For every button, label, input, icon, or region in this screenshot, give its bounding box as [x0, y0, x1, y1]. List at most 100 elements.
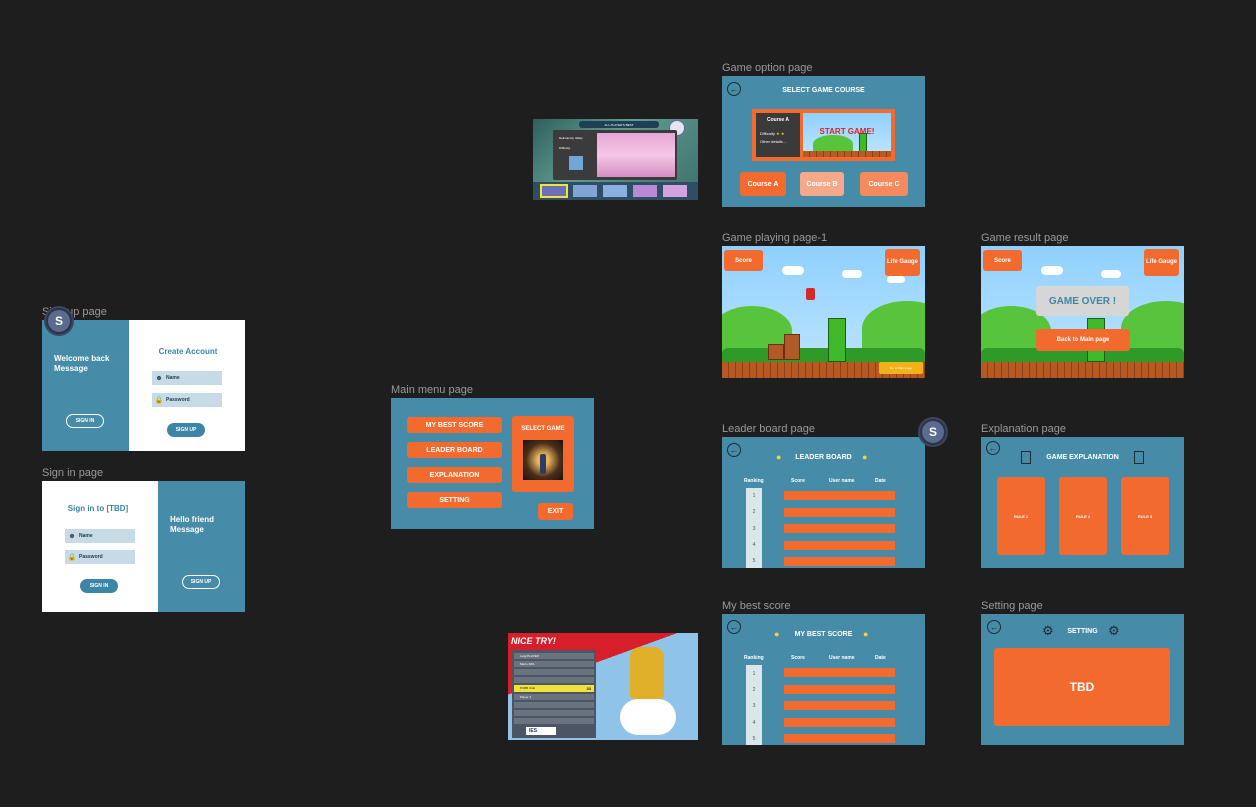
welcome-message: Welcome back Message — [54, 354, 110, 373]
ref-highlight-score: 33 — [586, 686, 591, 691]
ref-course-panel: Delimanoty Valley Difficulty — [553, 130, 677, 180]
user-icon: ☻ — [68, 532, 76, 540]
rank-4: 4 — [752, 542, 756, 548]
column-ranking: Ranking — [744, 655, 764, 661]
password-field[interactable]: 🔒 Password — [152, 393, 222, 407]
explanation-frame: ← GAME EXPLANATION RULE 1 RULE 2 RULE 3 — [981, 437, 1184, 568]
ref-thumb-2[interactable] — [573, 185, 597, 197]
column-date: Date — [875, 655, 886, 661]
life-gauge: Life Gauge — [885, 249, 920, 276]
game-option-title: SELECT GAME COURSE — [782, 87, 865, 94]
ref-banner: NICE TRY! — [511, 636, 556, 646]
cloud — [842, 270, 862, 278]
ref-row-9 — [514, 718, 594, 724]
game-over-message: GAME OVER ! — [1036, 286, 1129, 316]
trophy-icon: ● — [863, 629, 869, 639]
collaborator-avatar[interactable]: S — [46, 308, 72, 334]
rank-3: 3 — [752, 526, 756, 532]
rank-1: 1 — [752, 493, 756, 499]
ref-header: ALL PLAYER'S BEST — [579, 121, 659, 128]
lock-icon: 🔒 — [154, 397, 164, 404]
ref-row-highlight: PUBB Club 33 — [514, 685, 594, 692]
course-difficulty: Difficulty ★ ★ — [760, 131, 784, 136]
setting-title: SETTING — [1067, 628, 1098, 635]
frame-label-signin: Sign in page — [42, 467, 104, 479]
star-icon: ★ ★ — [776, 131, 785, 136]
ref-thumb-5[interactable] — [663, 185, 687, 197]
leader-board-title: LEADER BOARD — [795, 454, 852, 461]
score-display: Score — [724, 250, 763, 271]
table-row — [784, 734, 895, 743]
frame-label-main-menu: Main menu page — [391, 384, 473, 396]
ref-row-1: Luigi PLAYER — [514, 653, 594, 659]
gear-icon: ⚙ — [1108, 623, 1120, 638]
ref-course-preview — [597, 133, 675, 177]
my-best-score-button[interactable]: MY BEST SCORE — [407, 417, 502, 433]
door-image — [523, 440, 563, 480]
course-c-button[interactable]: Course C — [860, 172, 908, 196]
game-result-frame: Score Life Gauge GAME OVER ! Back to Mai… — [981, 246, 1184, 378]
create-account-title: Create Account — [158, 347, 218, 356]
user-icon: ☻ — [155, 374, 163, 382]
green-pipe — [828, 318, 846, 362]
leader-board-button[interactable]: LEADER BOARD — [407, 442, 502, 458]
ref-panel-title: Delimanoty Valley — [559, 136, 583, 140]
signin-button[interactable]: SIGN IN — [66, 414, 104, 428]
name-placeholder: Name — [79, 533, 93, 539]
table-row — [784, 685, 895, 694]
preview-pipe — [859, 133, 867, 153]
ref-character — [630, 647, 664, 699]
signin-password-field[interactable]: 🔒 Password — [65, 550, 135, 564]
exit-button[interactable]: EXIT — [538, 503, 573, 520]
table-row — [784, 491, 895, 500]
start-game-label[interactable]: START GAME! — [803, 127, 891, 136]
ref-cloud — [620, 699, 676, 735]
game-playing-frame: Score Life Gauge Go to Main page — [722, 246, 925, 378]
rule-2-card[interactable]: RULE 2 — [1059, 477, 1107, 555]
my-best-title: MY BEST SCORE — [794, 631, 853, 638]
bush-row — [722, 348, 925, 362]
cloud — [1041, 266, 1063, 275]
table-row — [784, 541, 895, 550]
rank-4: 4 — [752, 720, 756, 726]
setting-button[interactable]: SETTING — [407, 492, 502, 508]
signin-right-panel: Hello friend Message SIGN UP — [158, 481, 245, 612]
ref-thumb-1[interactable] — [540, 184, 568, 198]
signin-title: Sign in to [TBD] — [67, 504, 129, 513]
signin-name-field[interactable]: ☻ Name — [65, 529, 135, 543]
player-character — [806, 288, 815, 300]
password-placeholder: Password — [166, 397, 190, 403]
frame-label-game-option: Game option page — [722, 62, 813, 74]
my-best-frame: ← ● MY BEST SCORE ● Ranking Score User n… — [722, 614, 925, 745]
course-other-details: Other details... — [760, 139, 787, 144]
signup-frame: Welcome back Message SIGN IN Create Acco… — [42, 320, 245, 451]
signin-submit-button[interactable]: SIGN IN — [80, 579, 118, 593]
leader-board-frame: ← ● LEADER BOARD ● Ranking Score User na… — [722, 437, 925, 568]
course-a-button[interactable]: Course A — [740, 172, 786, 196]
explanation-button[interactable]: EXPLANATION — [407, 467, 502, 483]
name-field[interactable]: ☻ Name — [152, 371, 222, 385]
back-to-main-button[interactable]: Back to Main page — [1036, 329, 1130, 351]
rule-1-card[interactable]: RULE 1 — [997, 477, 1045, 555]
collaborator-avatar[interactable]: S — [920, 419, 946, 445]
explanation-title: GAME EXPLANATION — [1046, 454, 1119, 461]
frame-label-game-playing: Game playing page-1 — [722, 232, 828, 244]
rank-1: 1 — [752, 671, 756, 677]
go-to-main-button[interactable]: Go to Main page — [879, 362, 923, 374]
course-preview-card[interactable]: Course A Difficulty ★ ★ Other details...… — [752, 109, 895, 161]
back-arrow-icon[interactable]: ← — [986, 441, 1000, 455]
course-b-button[interactable]: Course B — [800, 172, 844, 196]
rule-3-card[interactable]: RULE 3 — [1121, 477, 1169, 555]
brick-stack — [768, 344, 784, 360]
frame-label-leader-board: Leader board page — [722, 423, 815, 435]
ref-thumb-4[interactable] — [633, 185, 657, 197]
signup-button[interactable]: SIGN UP — [167, 423, 205, 437]
ref-thumb-3[interactable] — [603, 185, 627, 197]
brick-stack — [784, 334, 800, 360]
character-silhouette — [540, 454, 546, 474]
select-game-card[interactable]: SELECT GAME — [512, 416, 574, 492]
table-row — [784, 557, 895, 566]
column-username: User name — [829, 478, 855, 484]
goto-signup-button[interactable]: SIGN UP — [182, 575, 220, 589]
frame-label-setting: Setting page — [981, 600, 1043, 612]
